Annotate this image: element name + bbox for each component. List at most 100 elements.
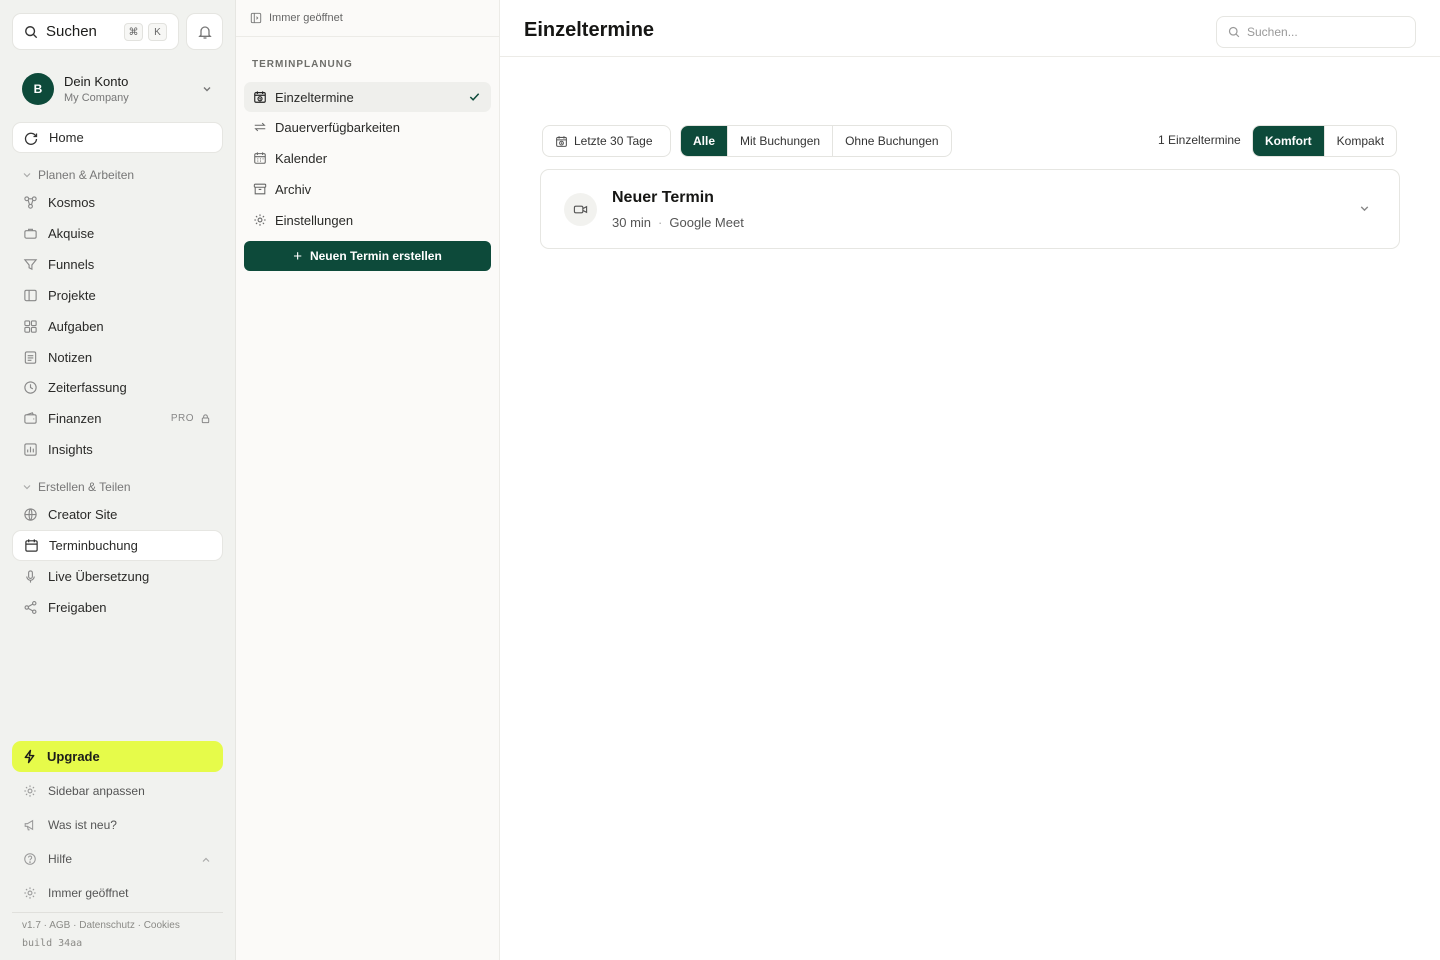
- panel-item-label: Dauerverfügbarkeiten: [275, 119, 401, 135]
- sidebar-item-notizen[interactable]: Notizen: [12, 342, 223, 373]
- panel-item-label: Einstellungen: [275, 212, 354, 228]
- footer-item-label: Immer geöffnet: [48, 886, 129, 900]
- sidebar-customize-button[interactable]: Sidebar anpassen: [12, 776, 223, 806]
- section-toggle-plan[interactable]: Planen & Arbeiten: [22, 168, 134, 182]
- search-input[interactable]: [1247, 25, 1407, 39]
- panel-item-einstellungen[interactable]: Einstellungen: [244, 205, 491, 235]
- sidebar-item-funnels[interactable]: Funnels: [12, 249, 223, 280]
- main-search[interactable]: [1216, 16, 1416, 48]
- date-range-filter[interactable]: Letzte 30 Tage: [542, 125, 671, 157]
- filter-option-mit-buchungen[interactable]: Mit Buchungen: [728, 126, 834, 156]
- footer-item-label: Hilfe: [48, 852, 73, 866]
- sidebar-item-finanzen[interactable]: Finanzen PRO: [12, 403, 223, 434]
- notifications-button[interactable]: [186, 13, 223, 50]
- chart-icon: [22, 442, 38, 458]
- columns-icon: [22, 288, 38, 304]
- sidebar-item-label: Terminbuchung: [49, 538, 138, 553]
- sidebar-item-home[interactable]: Home: [12, 122, 223, 153]
- help-menu-button[interactable]: Hilfe: [12, 844, 223, 874]
- filter-option-alle[interactable]: Alle: [681, 126, 729, 156]
- appointment-location: Google Meet: [669, 215, 744, 230]
- chevron-down-icon: [201, 83, 213, 95]
- always-open-toggle[interactable]: Immer geöffnet: [12, 878, 223, 908]
- sidebar-item-kosmos[interactable]: Kosmos: [12, 187, 223, 218]
- sidebar-search-button[interactable]: Suchen ⌘ K: [12, 13, 179, 50]
- appointment-card[interactable]: Neuer Termin 30 min · Google Meet: [540, 169, 1400, 249]
- lightning-icon: [22, 749, 37, 764]
- video-icon: [564, 193, 597, 226]
- result-count: 1 Einzeltermine: [1158, 133, 1241, 147]
- gear-icon: [22, 886, 38, 900]
- bell-icon: [197, 24, 213, 40]
- view-toggle: Komfort Kompakt: [1252, 125, 1398, 157]
- gear-icon: [252, 213, 268, 227]
- sidebar-item-aufgaben[interactable]: Aufgaben: [12, 311, 223, 342]
- chevron-up-icon: [201, 855, 211, 865]
- panel-item-label: Kalender: [275, 150, 328, 166]
- panel-item-label: Einzeltermine: [275, 89, 354, 105]
- sidebar-item-freigaben[interactable]: Freigaben: [12, 592, 223, 623]
- legal-links[interactable]: v1.7 · AGB · Datenschutz · Cookies: [22, 920, 180, 931]
- footer-item-label: Was ist neu?: [48, 818, 117, 832]
- sidebar-item-zeiterfassung[interactable]: Zeiterfassung: [12, 372, 223, 403]
- sidebar-item-label: Home: [49, 130, 84, 145]
- shortcut-key-cmd: ⌘: [124, 23, 143, 41]
- panel-item-kalender[interactable]: Kalender: [244, 143, 491, 173]
- section-heading: Erstellen & Teilen: [38, 480, 131, 494]
- sidebar-item-label: Finanzen: [48, 411, 102, 426]
- sidebar-item-akquise[interactable]: Akquise: [12, 218, 223, 249]
- create-appointment-button[interactable]: + Neuen Termin erstellen: [244, 241, 491, 271]
- upgrade-label: Upgrade: [47, 749, 100, 764]
- chevron-down-icon: [22, 170, 32, 180]
- filter-option-ohne-buchungen[interactable]: Ohne Buchungen: [833, 126, 950, 156]
- sidebar-item-label: Kosmos: [48, 195, 95, 210]
- panel-top-label: Immer geöffnet: [269, 12, 343, 24]
- section-toggle-create[interactable]: Erstellen & Teilen: [22, 480, 131, 494]
- sidebar-item-creator-site[interactable]: Creator Site: [12, 499, 223, 530]
- footer-item-label: Sidebar anpassen: [48, 784, 145, 798]
- sidebar-item-projekte[interactable]: Projekte: [12, 280, 223, 311]
- account-name: Dein Konto: [64, 74, 129, 89]
- calendar-clock-icon: [555, 135, 574, 148]
- view-option-kompakt[interactable]: Kompakt: [1325, 126, 1396, 156]
- lock-icon: [194, 413, 211, 424]
- repeat-icon: [252, 120, 268, 134]
- sidebar-item-label: Projekte: [48, 288, 96, 303]
- panel-always-open-toggle[interactable]: Immer geöffnet: [236, 0, 499, 37]
- main-content: Einzeltermine Letzte 30 Tage Alle Mit Bu…: [500, 0, 1440, 960]
- calendar-icon: [252, 151, 268, 165]
- booking-filter: Alle Mit Buchungen Ohne Buchungen: [680, 125, 952, 157]
- archive-icon: [252, 182, 268, 196]
- sidebar-item-live-uebersetzung[interactable]: Live Übersetzung: [12, 561, 223, 592]
- megaphone-icon: [22, 818, 38, 832]
- sidebar-toggle-icon: [250, 12, 269, 24]
- chevron-down-icon: [22, 482, 32, 492]
- sidebar-search-label: Suchen: [46, 23, 97, 40]
- panel-item-dauerverfuegbarkeiten[interactable]: Dauerverfügbarkeiten: [244, 112, 491, 142]
- panel-item-archiv[interactable]: Archiv: [244, 174, 491, 204]
- gear-icon: [22, 784, 38, 798]
- filter-icon: [22, 257, 38, 273]
- home-icon: [23, 130, 39, 146]
- sidebar-item-terminbuchung[interactable]: Terminbuchung: [12, 530, 223, 561]
- calendar-icon: [23, 538, 39, 554]
- sidebar-item-insights[interactable]: Insights: [12, 434, 223, 465]
- view-option-komfort[interactable]: Komfort: [1253, 126, 1325, 156]
- scheduling-panel: Immer geöffnet TERMINPLANUNG Einzeltermi…: [236, 0, 500, 960]
- page-title: Einzeltermine: [524, 19, 655, 41]
- clock-icon: [22, 380, 38, 396]
- create-appointment-label: Neuen Termin erstellen: [309, 249, 442, 263]
- shortcut-key-k: K: [148, 23, 167, 41]
- chevron-down-icon[interactable]: [1358, 202, 1371, 215]
- panel-heading: TERMINPLANUNG: [252, 59, 353, 70]
- plus-icon: +: [293, 247, 302, 265]
- panel-item-einzeltermine[interactable]: Einzeltermine: [244, 82, 491, 112]
- share-icon: [22, 600, 38, 616]
- account-switcher[interactable]: B Dein Konto My Company: [12, 66, 223, 112]
- microphone-icon: [22, 569, 38, 585]
- sidebar-item-label: Live Übersetzung: [48, 569, 150, 584]
- whats-new-button[interactable]: Was ist neu?: [12, 810, 223, 840]
- notes-icon: [22, 350, 38, 366]
- upgrade-button[interactable]: Upgrade: [12, 741, 223, 772]
- pro-badge-label: PRO: [170, 413, 194, 424]
